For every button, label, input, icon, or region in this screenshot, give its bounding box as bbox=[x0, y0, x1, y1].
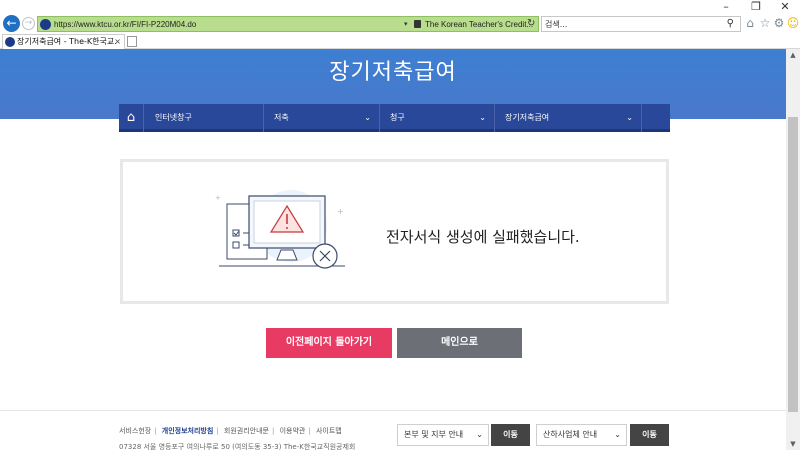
main-page-button[interactable]: 메인으로 bbox=[397, 328, 522, 358]
nav-item-label: 청구 bbox=[390, 113, 405, 122]
svg-text:+: + bbox=[215, 194, 221, 202]
url-text[interactable]: https://www.ktcu.or.kr/FI/FI-P220M04.do bbox=[54, 18, 196, 31]
tab-favicon-icon bbox=[5, 37, 15, 47]
error-panel: + + 전자서식 생성에 실패했습니다. bbox=[120, 159, 669, 304]
footer-links: 서비스헌장 | 개인정보처리방침 | 회원권리안내문 | 이용약관 | 사이트맵 bbox=[119, 427, 342, 435]
footer-link-privacy-policy[interactable]: 개인정보처리방침 bbox=[162, 427, 214, 435]
address-bar[interactable]: https://www.ktcu.or.kr/FI/FI-P220M04.do … bbox=[37, 16, 539, 32]
nav-item-claim[interactable]: 청구 ⌄ bbox=[380, 104, 495, 132]
home-icon[interactable]: ⌂ bbox=[119, 104, 144, 132]
footer-link-service-charter[interactable]: 서비스헌장 bbox=[119, 427, 151, 435]
nav-item-label: 장기저축급여 bbox=[505, 113, 550, 122]
branch-select[interactable]: 본부 및 지부 안내 ⌄ bbox=[397, 424, 489, 446]
error-message: 전자서식 생성에 실패했습니다. bbox=[386, 228, 580, 246]
new-tab-button[interactable] bbox=[127, 36, 137, 47]
window-titlebar: – ❐ ✕ bbox=[0, 0, 800, 14]
vertical-scrollbar[interactable]: ▲ ▼ bbox=[786, 49, 800, 450]
tab-current[interactable]: 장기저축급여 - The-K한국교... × bbox=[2, 34, 125, 49]
page-viewport: 장기저축급여 ⌂ 인터넷창구 저축 ⌄ 청구 ⌄ 장기저축급여 ⌄ + + 전자… bbox=[0, 49, 786, 450]
scroll-up-icon[interactable]: ▲ bbox=[786, 49, 800, 61]
nav-item-long-term-savings[interactable]: 장기저축급여 ⌄ bbox=[495, 104, 642, 132]
page-footer: 서비스헌장 | 개인정보처리방침 | 회원권리안내문 | 이용약관 | 사이트맵 073… bbox=[0, 410, 786, 450]
affiliate-select[interactable]: 산하사업체 안내 ⌄ bbox=[536, 424, 627, 446]
restore-button[interactable]: ❐ bbox=[746, 1, 766, 13]
refresh-icon[interactable]: ↻ bbox=[527, 17, 535, 31]
scroll-down-icon[interactable]: ▼ bbox=[786, 438, 800, 450]
close-window-button[interactable]: ✕ bbox=[775, 1, 795, 13]
site-favicon-icon bbox=[40, 19, 51, 30]
footer-link-sitemap[interactable]: 사이트맵 bbox=[316, 427, 342, 435]
search-icon[interactable]: ⚲ bbox=[727, 17, 734, 31]
address-row: ← → https://www.ktcu.or.kr/FI/FI-P220M04… bbox=[0, 14, 800, 34]
footer-link-member-rights[interactable]: 회원권리안내문 bbox=[224, 427, 269, 435]
forward-arrow-icon[interactable]: → bbox=[22, 17, 35, 30]
certificate-label[interactable]: The Korean Teacher's Credit... bbox=[425, 18, 533, 31]
star-icon[interactable]: ☆ bbox=[758, 16, 772, 30]
smiley-icon[interactable]: ☺ bbox=[786, 16, 800, 30]
chevron-down-icon: ⌄ bbox=[364, 113, 371, 122]
nav-item-internet[interactable]: 인터넷창구 bbox=[145, 104, 264, 132]
search-input[interactable]: 검색... ⚲ bbox=[541, 16, 741, 32]
nav-item-label: 저축 bbox=[274, 113, 289, 122]
chevron-down-icon: ⌄ bbox=[479, 113, 486, 122]
branch-go-button[interactable]: 이동 bbox=[491, 424, 530, 446]
chevron-down-icon: ⌄ bbox=[476, 430, 483, 439]
footer-link-terms[interactable]: 이용약관 bbox=[280, 427, 306, 435]
go-back-button[interactable]: 이전페이지 돌아가기 bbox=[266, 328, 392, 358]
chevron-down-icon: ⌄ bbox=[626, 113, 633, 122]
tab-title: 장기저축급여 - The-K한국교... bbox=[17, 37, 117, 46]
nav-item-savings[interactable]: 저축 ⌄ bbox=[264, 104, 380, 132]
minimize-button[interactable]: – bbox=[716, 1, 736, 13]
error-illustration: + + bbox=[215, 190, 345, 269]
home-icon[interactable]: ⌂ bbox=[743, 16, 757, 30]
lock-icon[interactable] bbox=[414, 20, 421, 28]
footer-address: 07328 서울 영등포구 여의나루로 50 (여의도동 35-3) The-K… bbox=[119, 443, 356, 450]
svg-text:+: + bbox=[337, 207, 344, 216]
nav-item-label: 인터넷창구 bbox=[155, 113, 192, 122]
breadcrumb-nav: ⌂ 인터넷창구 저축 ⌄ 청구 ⌄ 장기저축급여 ⌄ bbox=[119, 104, 670, 132]
chevron-down-icon: ⌄ bbox=[614, 430, 621, 439]
scrollbar-thumb[interactable] bbox=[788, 117, 798, 412]
page-title: 장기저축급여 bbox=[329, 60, 457, 85]
tab-close-icon[interactable]: × bbox=[114, 35, 121, 49]
affiliate-go-button[interactable]: 이동 bbox=[630, 424, 669, 446]
tab-strip: 장기저축급여 - The-K한국교... × bbox=[0, 34, 800, 49]
address-dropdown-icon[interactable]: ▾ bbox=[404, 18, 408, 31]
branch-select-label: 본부 및 지부 안내 bbox=[404, 430, 464, 439]
back-arrow-icon[interactable]: ← bbox=[3, 15, 20, 32]
search-placeholder: 검색... bbox=[545, 20, 568, 29]
affiliate-select-label: 산하사업체 안내 bbox=[543, 430, 598, 439]
gear-icon[interactable]: ⚙ bbox=[772, 16, 786, 30]
